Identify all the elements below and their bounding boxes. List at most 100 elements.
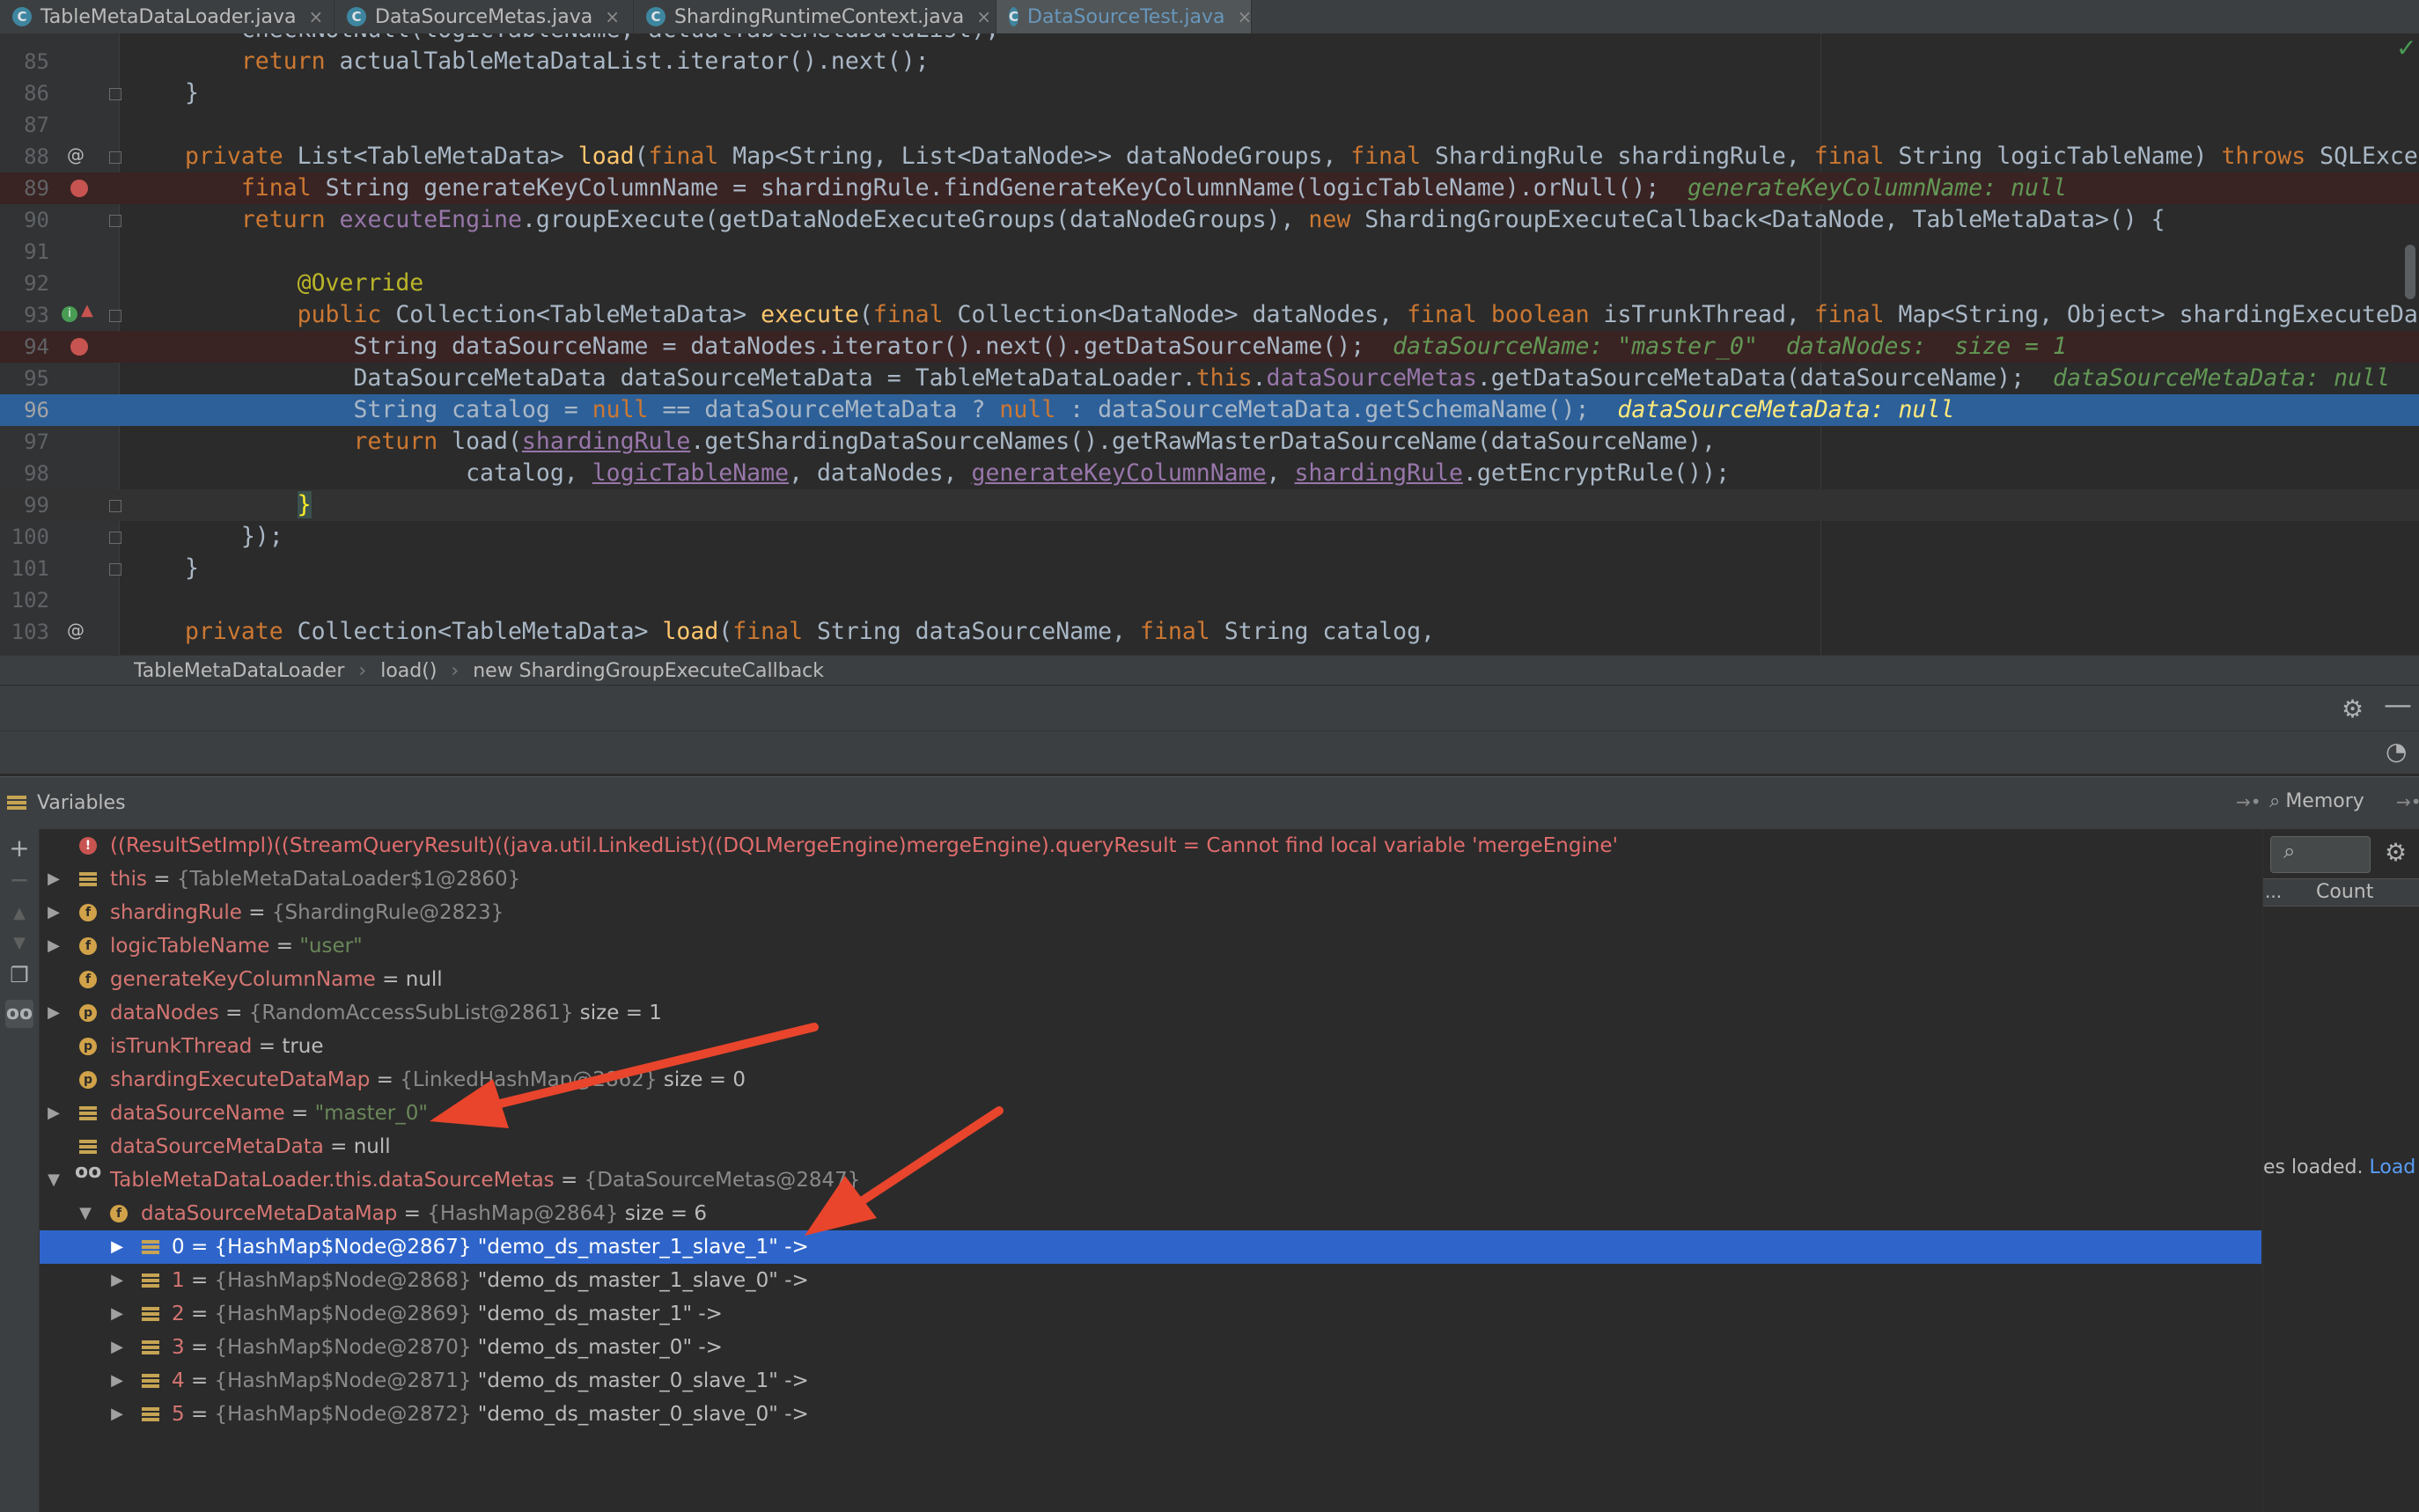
variable-row-logic-table-name[interactable]: ▶ f logicTableName = "user": [40, 929, 2261, 963]
map-entry-row-1[interactable]: ▶ 1 = {HashMap$Node@2868} "demo_ds_maste…: [40, 1264, 2261, 1297]
variable-row-is-trunk-thread[interactable]: p isTrunkThread = true: [40, 1030, 2261, 1063]
variables-side-toolbar: + − ▲ ▼ ❐ oo: [0, 829, 40, 1512]
parameter-icon: p: [79, 1038, 97, 1055]
expand-arrow-icon[interactable]: ▶: [108, 1331, 126, 1364]
field-icon: f: [110, 1205, 128, 1222]
variable-row-data-source-name[interactable]: ▶ dataSourceName = "master_0": [40, 1097, 2261, 1130]
map-entry-row-0[interactable]: ▶ 0 = {HashMap$Node@2867} "demo_ds_maste…: [40, 1230, 2261, 1264]
map-entry-row-3[interactable]: ▶ 3 = {HashMap$Node@2870} "demo_ds_maste…: [40, 1331, 2261, 1364]
expand-arrow-icon[interactable]: ▶: [108, 1230, 126, 1264]
expand-arrow-icon[interactable]: ▶: [45, 862, 62, 896]
breadcrumb-item-method[interactable]: load(): [380, 660, 437, 682]
memory-meter-icon[interactable]: ◔: [2386, 737, 2407, 766]
code-line-103: 103 @ private Collection<TableMetaData> …: [11, 618, 1436, 645]
copy-icon[interactable]: ❐: [5, 961, 33, 989]
expand-arrow-icon[interactable]: ▶: [45, 896, 62, 929]
expand-arrow-icon[interactable]: ▶: [108, 1364, 126, 1398]
collapse-arrow-icon[interactable]: ▼: [45, 1163, 62, 1197]
new-watch-button[interactable]: +: [5, 834, 33, 862]
local-variable-icon: [79, 1105, 97, 1122]
variables-tree[interactable]: ! ((ResultSetImpl)((StreamQueryResult)((…: [40, 829, 2261, 1512]
memory-load-link[interactable]: Load: [2370, 1156, 2416, 1178]
implements-marker-icon[interactable]: i: [62, 306, 77, 322]
override-marker-icon[interactable]: @: [67, 144, 85, 165]
expand-arrow-icon[interactable]: ▶: [45, 929, 62, 963]
variable-row-this[interactable]: ▶ this = {TableMetaDataLoader$1@2860}: [40, 862, 2261, 896]
code-line: checkNotNull(logicTableName, actualTable…: [0, 33, 2419, 46]
field-icon: f: [79, 904, 97, 921]
tab-data-source-test[interactable]: C DataSourceTest.java ×: [996, 0, 1252, 33]
expand-arrow-icon[interactable]: ▶: [45, 1097, 62, 1130]
map-entry-icon: [142, 1305, 159, 1323]
code-line-95: 95 DataSourceMetaData dataSourceMetaData…: [24, 364, 2390, 392]
breadcrumb: TableMetaDataLoader › load() › new Shard…: [0, 655, 2419, 686]
tab-label: TableMetaDataLoader.java: [40, 5, 297, 28]
code-line-88: 88 @ private List<TableMetaData> load(fi…: [24, 143, 2418, 170]
show-watches-glasses-icon[interactable]: oo: [5, 1000, 33, 1028]
memory-status-text: es loaded.: [2263, 1156, 2370, 1178]
expand-arrow-icon[interactable]: ▶: [108, 1398, 126, 1431]
variables-panel-header: Variables →• ⌕ Memory →•: [0, 776, 2419, 830]
variable-row-generate-key-column-name[interactable]: f generateKeyColumnName = null: [40, 963, 2261, 996]
tab-table-meta-data-loader[interactable]: C TableMetaDataLoader.java ×: [0, 0, 335, 33]
map-entry-row-2[interactable]: ▶ 2 = {HashMap$Node@2869} "demo_ds_maste…: [40, 1297, 2261, 1331]
code-line-94: 94 String dataSourceName = dataNodes.ite…: [0, 331, 2419, 363]
breakpoint-icon[interactable]: [70, 180, 88, 197]
variable-row-data-source-meta-data-map[interactable]: ▼ f dataSourceMetaDataMap = {HashMap@286…: [40, 1197, 2261, 1230]
tab-data-source-metas[interactable]: C DataSourceMetas.java ×: [335, 0, 634, 33]
map-entry-row-5[interactable]: ▶ 5 = {HashMap$Node@2872} "demo_ds_maste…: [40, 1398, 2261, 1431]
close-icon[interactable]: ×: [1238, 6, 1253, 27]
code-line-87: 87: [24, 113, 49, 137]
breadcrumb-item-class[interactable]: TableMetaDataLoader: [134, 660, 344, 682]
minimize-icon[interactable]: —: [2384, 687, 2412, 721]
map-entry-icon: [142, 1238, 159, 1256]
close-icon[interactable]: ×: [308, 6, 323, 27]
code-line-102: 102: [11, 588, 49, 613]
gear-icon[interactable]: ⚙: [2342, 694, 2364, 723]
override-marker-icon[interactable]: @: [67, 620, 85, 641]
field-icon: f: [79, 971, 97, 988]
gear-icon[interactable]: ⚙: [2385, 838, 2407, 867]
code-line-92: 92 @Override: [24, 269, 424, 297]
pin-icon[interactable]: →•: [2236, 791, 2261, 812]
variable-row-data-source-meta-data[interactable]: dataSourceMetaData = null: [40, 1130, 2261, 1163]
breakpoint-icon[interactable]: [70, 338, 88, 356]
watch-row-error[interactable]: ! ((ResultSetImpl)((StreamQueryResult)((…: [40, 829, 2261, 862]
tab-sharding-runtime-context[interactable]: C ShardingRuntimeContext.java ×: [634, 0, 996, 33]
search-icon: ⌕: [2283, 839, 2296, 863]
memory-count-column-header[interactable]: Count: [2316, 881, 2373, 903]
memory-class-column-header[interactable]: ...: [2265, 881, 2282, 902]
variable-row-sharding-rule[interactable]: ▶ f shardingRule = {ShardingRule@2823}: [40, 896, 2261, 929]
local-variable-icon: [79, 870, 97, 888]
close-icon[interactable]: ×: [976, 6, 991, 27]
code-editor[interactable]: checkNotNull(logicTableName, actualTable…: [0, 33, 2419, 655]
memory-tab-label: Memory: [2285, 790, 2364, 812]
code-line-85: 85 return actualTableMetaDataList.iterat…: [24, 48, 930, 75]
memory-search-field[interactable]: ⌕: [2270, 836, 2371, 873]
tab-memory[interactable]: ⌕ Memory: [2269, 790, 2364, 812]
watch-row-data-source-metas[interactable]: ▼ oo TableMetaDataLoader.this.dataSource…: [40, 1163, 2261, 1197]
move-down-button[interactable]: ▼: [5, 929, 33, 958]
editor-scrollbar[interactable]: [2405, 245, 2415, 299]
fold-marker-icon[interactable]: [109, 88, 121, 100]
memory-table-header: ... Count: [2263, 878, 2419, 906]
map-entry-row-4[interactable]: ▶ 4 = {HashMap$Node@2871} "demo_ds_maste…: [40, 1364, 2261, 1398]
breadcrumb-item-callback[interactable]: new ShardingGroupExecuteCallback: [473, 660, 824, 682]
code-line-89: 89 final String generateKeyColumnName = …: [0, 172, 2419, 204]
code-line-93: 93 i ▲ public Collection<TableMetaData> …: [24, 301, 2418, 328]
expand-arrow-icon[interactable]: ▶: [45, 996, 62, 1030]
java-class-icon: C: [347, 7, 366, 26]
expand-arrow-icon[interactable]: ▶: [108, 1297, 126, 1331]
collapse-arrow-icon[interactable]: ▼: [77, 1197, 94, 1230]
error-icon: !: [79, 837, 97, 855]
java-class-icon: C: [646, 7, 665, 26]
expand-arrow-icon[interactable]: ▶: [108, 1264, 126, 1297]
map-entry-icon: [142, 1272, 159, 1289]
pin-icon[interactable]: →•: [2396, 791, 2419, 812]
remove-watch-button[interactable]: −: [5, 866, 33, 894]
move-up-button[interactable]: ▲: [5, 899, 33, 928]
close-icon[interactable]: ×: [605, 6, 620, 27]
editor-tab-bar: C TableMetaDataLoader.java × C DataSourc…: [0, 0, 2419, 34]
variable-row-data-nodes[interactable]: ▶ p dataNodes = {RandomAccessSubList@286…: [40, 996, 2261, 1030]
variable-row-sharding-execute-data-map[interactable]: p shardingExecuteDataMap = {LinkedHashMa…: [40, 1063, 2261, 1097]
